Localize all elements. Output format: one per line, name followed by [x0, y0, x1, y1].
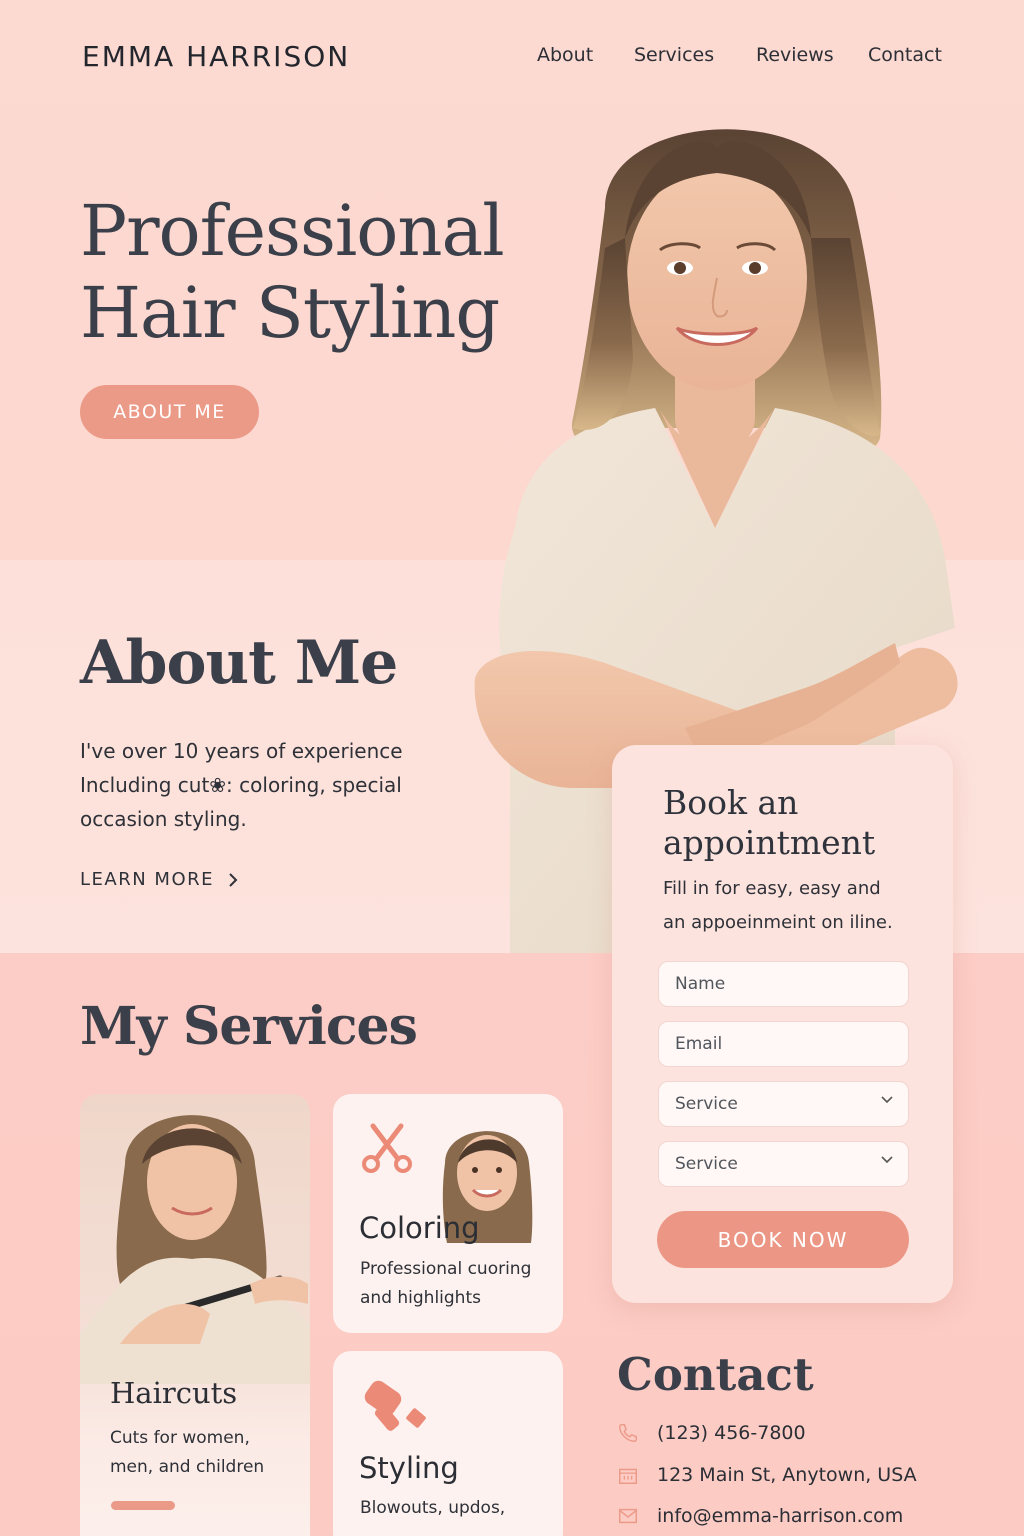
haircuts-desc-line1: Cuts for women, [110, 1428, 250, 1448]
nav-contact[interactable]: Contact [868, 44, 942, 66]
styling-desc-line1: Blowouts, updos, [360, 1498, 506, 1518]
coloring-desc: Professional cuoring and highlights [360, 1255, 560, 1313]
haircuts-desc-line2: men, and children [110, 1457, 265, 1477]
phone-icon [619, 1424, 637, 1442]
learn-more-link[interactable]: LEARN MORE [80, 869, 238, 890]
contact-email[interactable]: info@emma-harrison.com [617, 1505, 903, 1527]
styling-desc: Blowouts, updos, [360, 1494, 560, 1523]
haircuts-desc: Cuts for women, men, and children [110, 1424, 300, 1482]
about-text-line3: occasion styling. [80, 807, 247, 831]
booking-description-line2: an appoeinmeint on iline. [663, 912, 893, 933]
services-title: My Services [80, 996, 418, 1057]
mail-icon [619, 1508, 637, 1524]
contact-address-text: 123 Main St, Anytown, USA [657, 1464, 917, 1486]
chevron-down-icon [881, 1096, 893, 1104]
scissors-icon [362, 1123, 412, 1173]
haircuts-title: Haircuts [110, 1376, 238, 1410]
chevron-down-icon [881, 1156, 893, 1164]
building-icon [619, 1468, 637, 1484]
haircut-photo [80, 1115, 310, 1384]
contact-address[interactable]: 123 Main St, Anytown, USA [617, 1464, 917, 1486]
service-select-1-value: Service [675, 1094, 738, 1114]
brand-logo[interactable]: EMMA HARRISON [82, 40, 350, 73]
contact-email-text: info@emma-harrison.com [657, 1505, 904, 1527]
booking-description: Fill in for easy, easy and an appoeinmei… [663, 872, 923, 940]
service-select-2[interactable]: Service [658, 1141, 909, 1187]
nav-services[interactable]: Services [634, 44, 714, 66]
name-field[interactable]: Name [658, 961, 909, 1007]
book-now-button[interactable]: BOOK NOW [657, 1211, 909, 1268]
coloring-desc-line2: and highlights [360, 1288, 481, 1308]
coloring-desc-line1: Professional cuoring [360, 1259, 532, 1279]
about-text-line2: Including cut❀: coloring, special [80, 773, 402, 797]
service-select-1[interactable]: Service [658, 1081, 909, 1127]
about-title: About Me [80, 628, 398, 698]
chevron-right-icon [229, 872, 238, 887]
booking-title: Book an appointment [663, 783, 876, 862]
email-field[interactable]: Email [658, 1021, 909, 1067]
about-text-line1: I've over 10 years of experience [80, 739, 403, 763]
hair-dryer-icon [364, 1380, 426, 1431]
learn-more-label: LEARN MORE [80, 869, 214, 890]
haircuts-accent-bar [111, 1501, 175, 1510]
booking-card: Book an appointment Fill in for easy, ea… [612, 745, 953, 1303]
service-card-styling[interactable]: Styling Blowouts, updos, [333, 1351, 563, 1536]
contact-title: Contact [617, 1348, 814, 1401]
service-card-haircuts[interactable]: Haircuts Cuts for women, men, and childr… [80, 1094, 310, 1536]
about-text: I've over 10 years of experience Includi… [80, 734, 440, 836]
coloring-title: Coloring [359, 1211, 480, 1245]
service-select-2-value: Service [675, 1154, 738, 1174]
booking-description-line1: Fill in for easy, easy and [663, 878, 881, 899]
nav-reviews[interactable]: Reviews [756, 44, 834, 66]
service-card-coloring[interactable]: Coloring Professional cuoring and highli… [333, 1094, 563, 1333]
contact-phone-text: (123) 456-7800 [657, 1422, 806, 1444]
contact-phone[interactable]: (123) 456-7800 [617, 1422, 806, 1444]
styling-title: Styling [359, 1451, 459, 1485]
nav-about[interactable]: About [537, 44, 593, 66]
about-me-button[interactable]: ABOUT ME [80, 385, 259, 439]
